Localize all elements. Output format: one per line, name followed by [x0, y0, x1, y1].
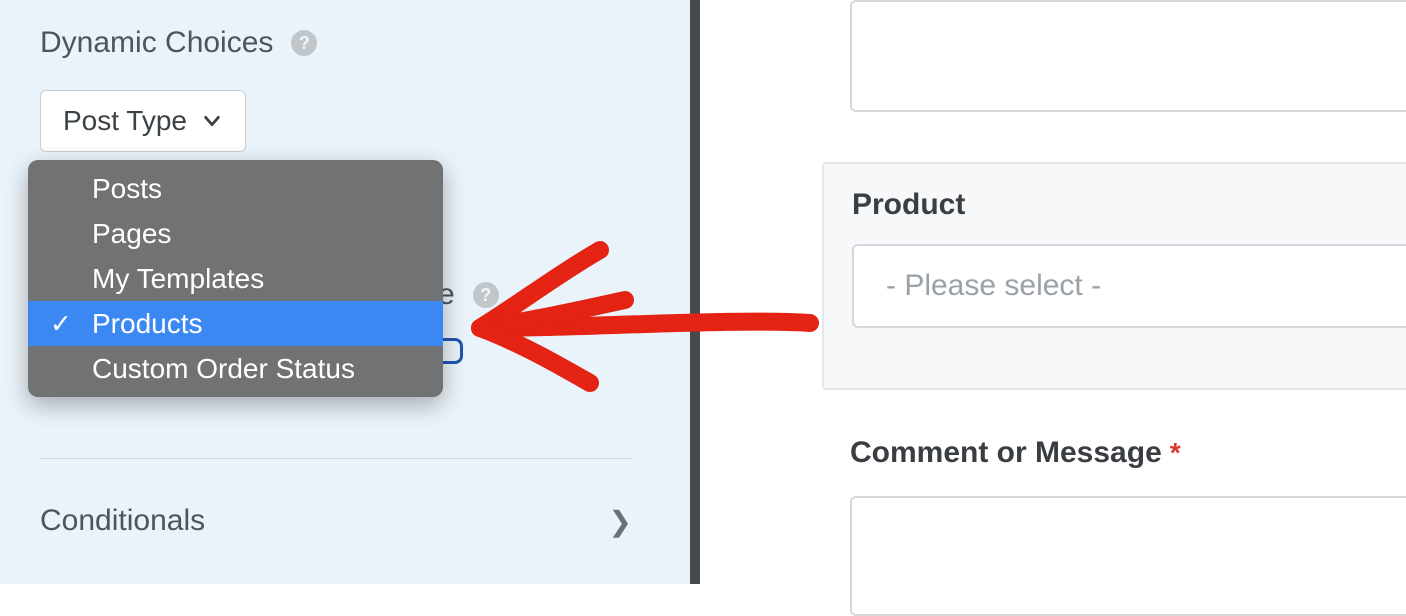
dynamic-choices-select[interactable]: Post Type	[40, 90, 246, 152]
post-type-select-peek[interactable]	[443, 338, 463, 364]
dropdown-item-my-templates[interactable]: My Templates	[28, 256, 443, 301]
help-icon[interactable]: ?	[291, 30, 317, 56]
product-field-label: Product	[852, 188, 1406, 222]
dropdown-item-label: Custom Order Status	[92, 353, 355, 385]
comment-label-row: Comment or Message *	[850, 436, 1181, 470]
dropdown-item-custom-order-status[interactable]: Custom Order Status	[28, 346, 443, 391]
help-icon[interactable]: ?	[473, 282, 499, 308]
section-divider	[40, 458, 632, 459]
dropdown-item-pages[interactable]: Pages	[28, 211, 443, 256]
chevron-right-icon: ❯	[609, 505, 632, 538]
comment-field-label: Comment or Message	[850, 436, 1162, 470]
dynamic-choices-label: Dynamic Choices	[40, 26, 273, 60]
form-preview-panel: Product - Please select - Comment or Mes…	[710, 0, 1406, 584]
dropdown-item-posts[interactable]: Posts	[28, 166, 443, 211]
previous-text-input[interactable]	[850, 0, 1406, 112]
dropdown-item-label: Products	[92, 308, 203, 340]
conditionals-label: Conditionals	[40, 504, 205, 538]
dynamic-choices-value: Post Type	[63, 105, 187, 137]
product-select[interactable]: - Please select -	[852, 244, 1406, 328]
dropdown-item-label: My Templates	[92, 263, 264, 295]
dropdown-item-label: Posts	[92, 173, 162, 205]
product-select-placeholder: - Please select -	[886, 269, 1101, 303]
required-icon: *	[1170, 437, 1181, 469]
dropdown-item-label: Pages	[92, 218, 171, 250]
conditionals-section[interactable]: Conditionals ❯	[40, 496, 632, 546]
post-type-dropdown: Posts Pages My Templates ✓ Products Cust…	[28, 160, 443, 397]
chevron-down-icon	[201, 110, 223, 132]
check-icon: ✓	[50, 308, 72, 339]
product-field-block: Product - Please select -	[822, 162, 1406, 390]
settings-panel: Dynamic Choices ? Post Type e ? Posts Pa…	[0, 0, 700, 584]
dynamic-choices-row: Dynamic Choices ?	[40, 26, 650, 60]
dropdown-item-products[interactable]: ✓ Products	[28, 301, 443, 346]
comment-textarea[interactable]	[850, 496, 1406, 616]
